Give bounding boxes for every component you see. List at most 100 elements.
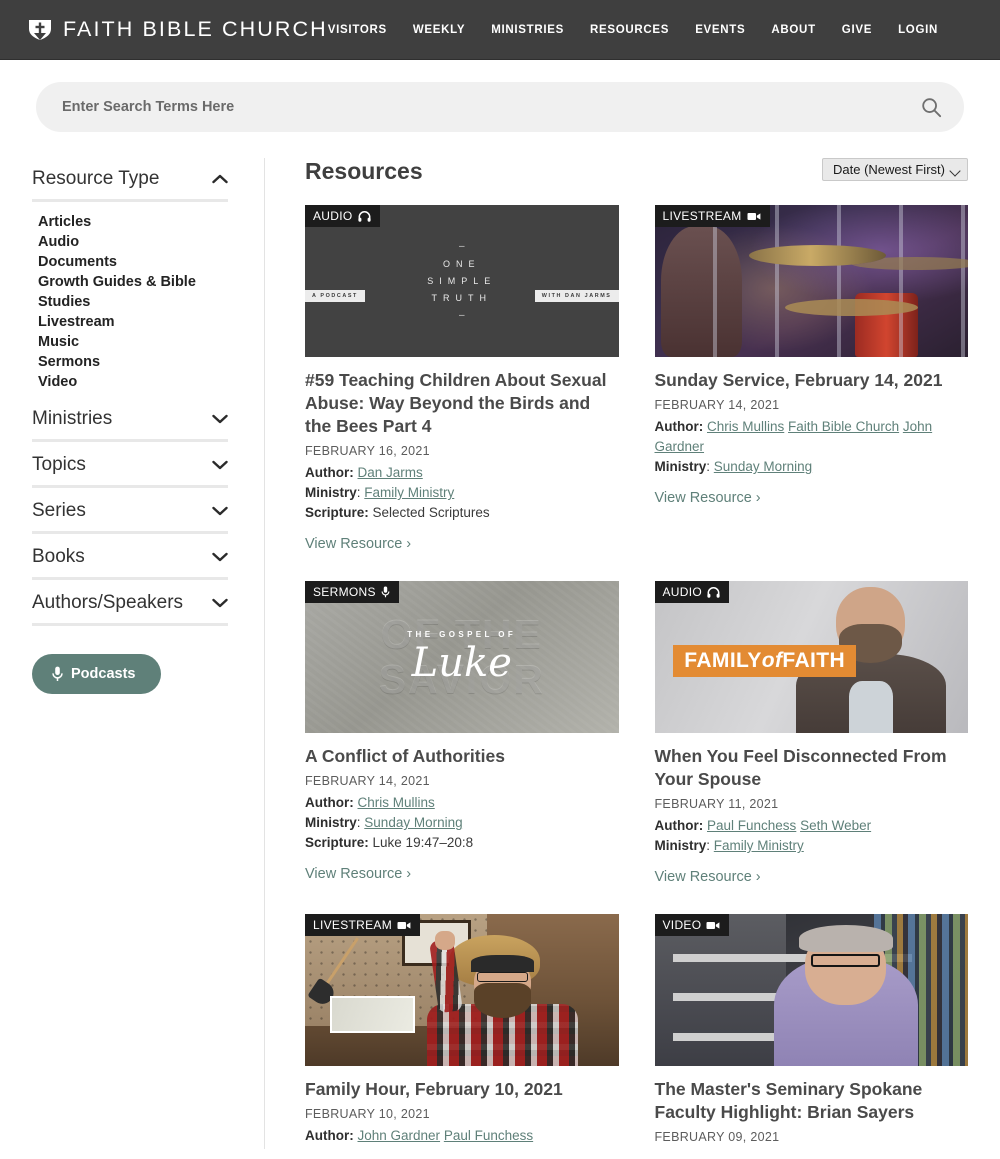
ministry-label: Ministry: [305, 815, 357, 830]
sort-select[interactable]: Date (Newest First): [822, 158, 968, 181]
search-bar[interactable]: [36, 82, 964, 132]
resource-date: FEBRUARY 09, 2021: [654, 1130, 780, 1144]
filter-option-sermons[interactable]: Sermons: [38, 352, 228, 372]
author-link[interactable]: Dan Jarms: [358, 465, 423, 480]
filter-toggle-ministries[interactable]: Ministries: [32, 398, 228, 439]
search-input[interactable]: [62, 99, 920, 115]
author-label: Author:: [305, 465, 354, 480]
author-link[interactable]: John Gardner: [358, 1128, 441, 1143]
search-section: [0, 60, 1000, 132]
nav-link-events[interactable]: EVENTS: [695, 24, 745, 36]
resource-title[interactable]: When You Feel Disconnected From Your Spo…: [655, 745, 969, 791]
ministry-colon: :: [356, 815, 361, 830]
resource-card: LIVESTREAM Sunday Service, February 14, …: [654, 205, 969, 553]
nav-link-resources[interactable]: RESOURCES: [590, 24, 669, 36]
art-line-3: TRUTH: [431, 293, 492, 303]
view-resource-label: View Resource: [654, 490, 752, 506]
chevron-up-icon[interactable]: [212, 174, 228, 184]
headphones-icon: [357, 210, 371, 222]
filter-option-growth-guides[interactable]: Growth Guides & Bible Studies: [38, 272, 228, 312]
filter-option-livestream[interactable]: Livestream: [38, 312, 228, 332]
filter-divider: [32, 531, 228, 534]
nav-link-about[interactable]: ABOUT: [771, 24, 815, 36]
art-banner-part-3: FAITH: [782, 648, 846, 672]
filter-option-music[interactable]: Music: [38, 332, 228, 352]
author-label: Author:: [305, 795, 354, 810]
view-resource-label: View Resource: [305, 536, 403, 552]
nav-link-weekly[interactable]: WEEKLY: [413, 24, 465, 36]
badge-label: VIDEO: [662, 918, 702, 932]
chevron-down-icon[interactable]: [212, 460, 228, 470]
search-icon[interactable]: [920, 96, 942, 118]
resource-scripture: Scripture: Luke 19:47–20:8: [305, 833, 619, 853]
chevron-down-icon[interactable]: [212, 598, 228, 608]
resource-thumbnail[interactable]: VIDEO: [654, 914, 968, 1066]
resource-title[interactable]: Sunday Service, February 14, 2021: [655, 369, 969, 392]
filter-title: Series: [32, 500, 86, 521]
author-link[interactable]: Chris Mullins: [707, 419, 784, 434]
resource-title[interactable]: #59 Teaching Children About Sexual Abuse…: [305, 369, 619, 438]
sort-control[interactable]: Date (Newest First): [822, 158, 968, 181]
ministry-link[interactable]: Sunday Morning: [714, 459, 812, 474]
ministry-link[interactable]: Family Ministry: [364, 485, 454, 500]
filter-title: Books: [32, 546, 85, 567]
view-resource-link[interactable]: View Resource ›: [655, 869, 761, 885]
filter-option-documents[interactable]: Documents: [38, 252, 228, 272]
chevron-down-icon[interactable]: [212, 552, 228, 562]
filter-toggle-authors-speakers[interactable]: Authors/Speakers: [32, 582, 228, 623]
resource-scripture: Scripture: Selected Scriptures: [305, 503, 619, 523]
resource-date: FEBRUARY 11, 2021: [654, 797, 779, 811]
ministry-link[interactable]: Family Ministry: [714, 838, 804, 853]
badge-label: AUDIO: [313, 209, 353, 223]
filter-toggle-books[interactable]: Books: [32, 536, 228, 577]
chevron-down-icon[interactable]: [212, 506, 228, 516]
podcasts-button[interactable]: Podcasts: [32, 654, 162, 694]
resource-authors: Author: John Gardner Paul Funchess: [305, 1126, 619, 1146]
chevron-down-icon[interactable]: [212, 414, 228, 424]
filter-toggle-topics[interactable]: Topics: [32, 444, 228, 485]
view-resource-link[interactable]: View Resource ›: [305, 866, 411, 882]
nav-link-give[interactable]: GIVE: [842, 24, 872, 36]
author-label: Author:: [654, 419, 704, 434]
filter-option-articles[interactable]: Articles: [38, 212, 228, 232]
filter-option-video[interactable]: Video: [38, 372, 228, 392]
resource-thumbnail[interactable]: FAMILYofFAITH AUDIO: [654, 581, 968, 733]
site-logo[interactable]: FAITH BIBLE CHURCH: [28, 17, 328, 42]
resource-thumbnail[interactable]: LIVESTREAM: [654, 205, 968, 357]
nav-link-login[interactable]: LOGIN: [898, 24, 938, 36]
view-resource-link[interactable]: View Resource ›: [655, 490, 761, 506]
resource-title[interactable]: The Master's Seminary Spokane Faculty Hi…: [655, 1078, 969, 1124]
author-link[interactable]: Paul Funchess: [707, 818, 796, 833]
art-tag-podcast: A PODCAST: [305, 290, 365, 303]
author-label: Author:: [305, 1128, 354, 1143]
resource-title[interactable]: Family Hour, February 10, 2021: [305, 1078, 619, 1101]
filter-option-audio[interactable]: Audio: [38, 232, 228, 252]
ministry-colon: :: [706, 459, 711, 474]
author-link[interactable]: Paul Funchess: [444, 1128, 533, 1143]
author-link[interactable]: Faith Bible Church: [788, 419, 899, 434]
scripture-value: Luke 19:47–20:8: [372, 835, 474, 850]
filter-toggle-resource-type[interactable]: Resource Type: [32, 158, 228, 199]
filter-group-books: Books: [32, 536, 228, 580]
ministry-colon: :: [356, 485, 361, 500]
resource-title[interactable]: A Conflict of Authorities: [305, 745, 619, 768]
resource-thumbnail[interactable]: OF THE SAVIOR THE GOSPEL OF Luke SERMONS: [305, 581, 619, 733]
nav-link-ministries[interactable]: MINISTRIES: [491, 24, 564, 36]
filter-group-series: Series: [32, 490, 228, 534]
ministry-link[interactable]: Sunday Morning: [364, 815, 462, 830]
resource-authors: Author: Dan Jarms: [305, 463, 619, 483]
view-resource-link[interactable]: View Resource ›: [305, 536, 411, 552]
resource-thumbnail[interactable]: – ONE SIMPLE TRUTH – A PODCAST WITH DAN …: [305, 205, 619, 357]
author-link[interactable]: Seth Weber: [800, 818, 871, 833]
filter-options-resource-type: Articles Audio Documents Growth Guides &…: [32, 204, 228, 398]
filter-divider: [32, 485, 228, 488]
author-link[interactable]: Chris Mullins: [358, 795, 435, 810]
badge-label: LIVESTREAM: [313, 918, 393, 932]
filter-toggle-series[interactable]: Series: [32, 490, 228, 531]
resource-ministry: Ministry: Sunday Morning: [655, 457, 969, 477]
ministry-colon: :: [706, 838, 711, 853]
nav-link-visitors[interactable]: VISITORS: [328, 24, 387, 36]
thumbnail-artwork-brian-sayers: [654, 914, 968, 1066]
art-banner-part-2: of: [761, 648, 783, 672]
resource-thumbnail[interactable]: LIVESTREAM: [305, 914, 619, 1066]
